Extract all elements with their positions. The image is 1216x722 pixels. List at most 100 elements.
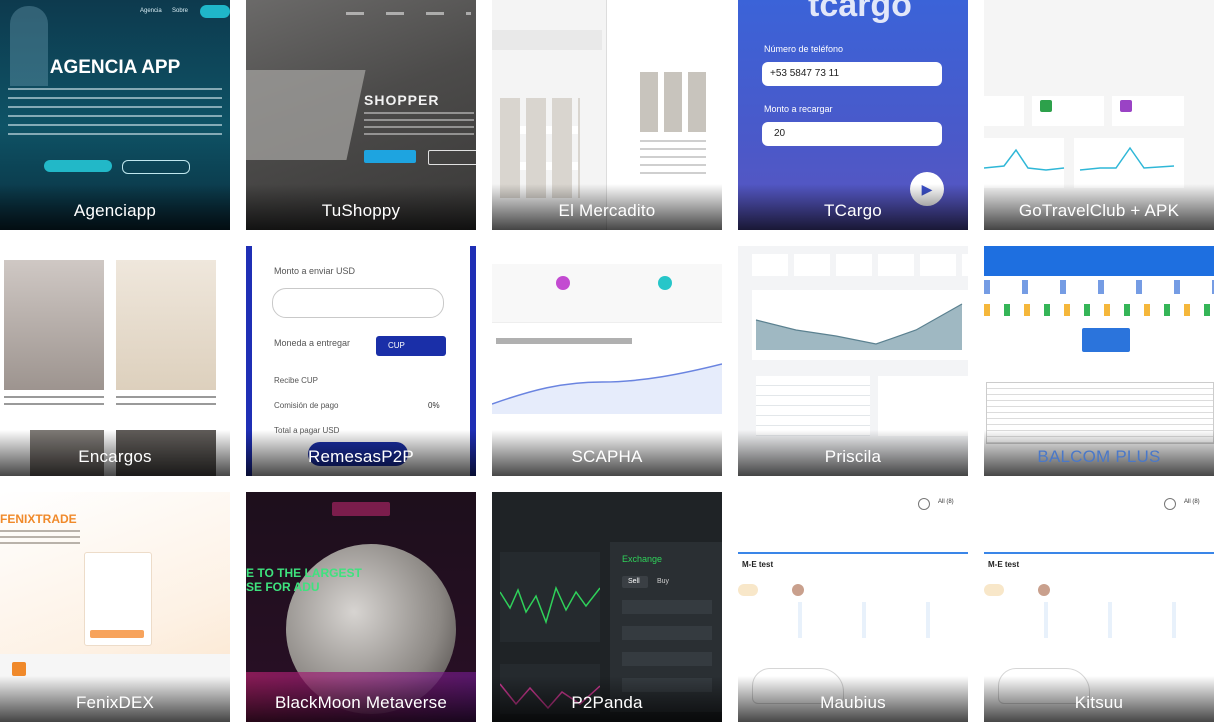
product-grid-right (640, 72, 706, 132)
project-title: GoTravelClub + APK (1018, 201, 1180, 220)
hero-line-1: E TO THE LARGEST (246, 566, 362, 580)
portfolio-grid: Agencia Sobre AGENCIA APP Agenciapp SHOP… (0, 0, 1216, 722)
project-card-maubius[interactable]: All (8) M-E test Maubius (738, 492, 968, 722)
project-caption: BlackMoon Metaverse (246, 676, 476, 722)
project-card-kitsuu[interactable]: All (8) M-E test Kitsuu (984, 492, 1214, 722)
project-caption: Maubius (738, 676, 968, 722)
primary-button[interactable] (44, 160, 112, 172)
data-table-secondary (878, 376, 968, 436)
line-chart (752, 290, 968, 360)
teal-stat-icon (658, 276, 672, 290)
fee-value: 0% (428, 401, 440, 410)
project-card-remesasp2p[interactable]: Monto a enviar USD Moneda a entregar CUP… (246, 246, 476, 476)
project-caption: P2Panda (492, 676, 722, 722)
project-card-scapha[interactable]: SCAPHA (492, 246, 722, 476)
product-name (4, 396, 104, 408)
hero-title: SHOPPER (364, 92, 440, 108)
project-title: Agenciapp (73, 201, 157, 220)
product-list (640, 140, 706, 180)
fee-label: Comisión de pago (274, 401, 339, 410)
project-card-el-mercadito[interactable]: El Mercadito (492, 0, 722, 230)
status-badge (984, 584, 1004, 596)
register-button[interactable] (428, 150, 476, 165)
divider (738, 552, 968, 554)
phone-value: +53 5847 73 11 (770, 68, 840, 79)
record-title: M-E test (742, 560, 774, 569)
project-card-p2panda[interactable]: Exchange Sell Buy P2Panda (492, 492, 722, 722)
project-caption: TCargo (738, 184, 968, 230)
info-cards (984, 602, 1214, 638)
nav-cta-button[interactable] (200, 5, 230, 18)
project-card-agenciapp[interactable]: Agencia Sobre AGENCIA APP Agenciapp (0, 0, 230, 230)
project-caption: TuShoppy (246, 184, 476, 230)
swap-button[interactable] (90, 630, 144, 638)
product-image-jacket (4, 260, 104, 390)
hero-copy (364, 112, 474, 136)
nav-link-agencia[interactable]: Agencia (140, 8, 162, 14)
project-caption: El Mercadito (492, 184, 722, 230)
line-chart (984, 138, 1184, 188)
stat-card (984, 96, 1024, 126)
deliver-label: Moneda a entregar (274, 338, 351, 348)
amount-value: 20 (774, 128, 786, 139)
purple-stat-icon (556, 276, 570, 290)
toolbar (492, 30, 602, 50)
project-caption: Encargos (0, 430, 230, 476)
stat-card-green (1032, 96, 1104, 126)
filter-select[interactable]: All (8) (938, 499, 954, 505)
secondary-button[interactable] (122, 160, 190, 174)
stats-row (492, 264, 722, 323)
product-image-sweater (116, 260, 216, 390)
project-card-encargos[interactable]: Encargos (0, 246, 230, 476)
amount-label: Monto a recargar (764, 104, 833, 114)
hero-title: AGENCIA APP (49, 57, 181, 78)
currency-value: CUP (388, 341, 405, 350)
project-card-balcom-plus[interactable]: BALCOM PLUS (984, 246, 1214, 476)
project-title: TuShoppy (321, 201, 401, 220)
project-card-priscila[interactable]: Priscila (738, 246, 968, 476)
project-card-tcargo[interactable]: tcargo Número de teléfono +53 5847 73 11… (738, 0, 968, 230)
filter-select[interactable]: All (8) (1184, 499, 1200, 505)
amount-input[interactable] (762, 122, 942, 146)
project-title: BALCOM PLUS (1037, 447, 1161, 466)
product-grid-left (500, 98, 580, 198)
divider (984, 552, 1214, 554)
kpi-row (752, 254, 968, 276)
project-card-blackmoon-metaverse[interactable]: E TO THE LARGEST SE FOR ADU BlackMoon Me… (246, 492, 476, 722)
phone-label: Número de teléfono (764, 44, 844, 54)
avatar (1038, 584, 1050, 596)
amount-label: Monto a enviar USD (274, 266, 356, 276)
logo-icon (12, 662, 26, 676)
project-caption: FenixDEX (0, 676, 230, 722)
status-badge (738, 584, 758, 596)
login-button[interactable] (364, 150, 416, 163)
buy-label[interactable]: Buy (657, 578, 669, 585)
project-title: Encargos (78, 447, 152, 466)
project-caption: BALCOM PLUS (984, 430, 1214, 476)
data-table (756, 376, 870, 436)
project-title: FenixDEX (75, 693, 155, 712)
project-title: RemesasP2P (308, 447, 414, 466)
nav-link-sobre[interactable]: Sobre (172, 8, 188, 14)
brand-logo: tcargo (808, 0, 912, 24)
sell-label: Sell (628, 578, 640, 585)
hero-title: FENIXTRADE (0, 512, 77, 526)
info-card (1082, 328, 1130, 352)
avatar (792, 584, 804, 596)
search-icon[interactable] (1164, 498, 1176, 510)
header-bar (984, 246, 1214, 276)
project-title: BlackMoon Metaverse (275, 693, 447, 712)
project-caption: RemesasP2P (246, 430, 476, 476)
amount-input[interactable] (272, 288, 444, 318)
project-card-gotravelclub[interactable]: GoTravelClub + APK (984, 0, 1214, 230)
search-icon[interactable] (918, 498, 930, 510)
rate-label: Recibe CUP (274, 376, 319, 385)
hero-copy (0, 530, 80, 546)
project-caption: Agenciapp (0, 184, 230, 230)
top-nav (346, 12, 471, 15)
project-caption: Priscila (738, 430, 968, 476)
project-card-tushoppy[interactable]: SHOPPER TuShoppy (246, 0, 476, 230)
currency-select[interactable] (376, 336, 446, 356)
hero-copy (8, 88, 222, 140)
project-card-fenixdex[interactable]: FENIXTRADE FenixDEX (0, 492, 230, 722)
